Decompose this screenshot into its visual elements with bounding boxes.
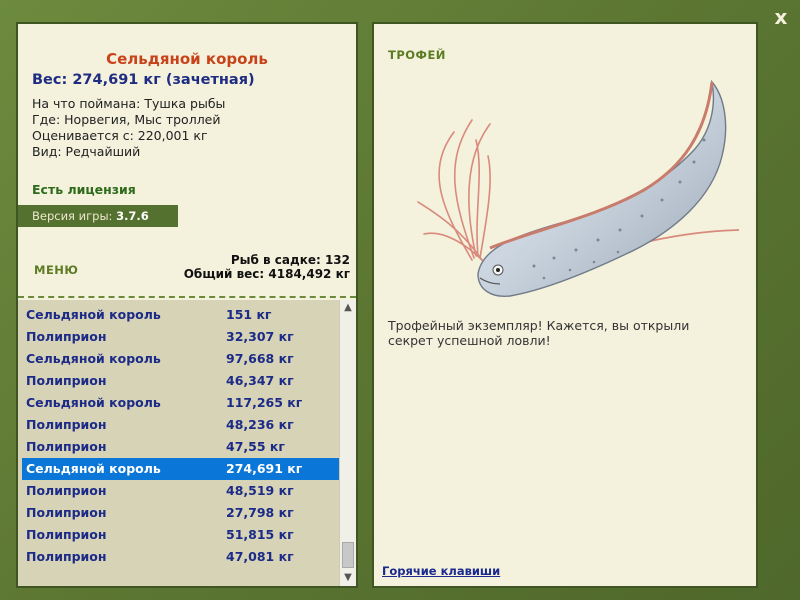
fish-list-weight: 47,081 кг — [226, 549, 294, 564]
fish-list-name: Полиприон — [26, 417, 107, 432]
fish-list-name: Полиприон — [26, 373, 107, 388]
fish-list-row[interactable]: Полиприон 48,519 кг — [22, 480, 340, 502]
crest-filaments — [417, 119, 491, 263]
info-rarity: Вид: Редчайший — [32, 144, 141, 159]
license-status: Есть лицензия — [32, 182, 136, 197]
fish-list-weight: 97,668 кг — [226, 351, 294, 366]
keepnet-total-weight: Общий вес: 4184,492 кг — [183, 267, 350, 281]
fish-list-weight: 46,347 кг — [226, 373, 294, 388]
fish-list-row[interactable]: Сельдяной король 97,668 кг — [22, 348, 340, 370]
fish-list-name: Полиприон — [26, 329, 107, 344]
fish-list-name: Сельдяной король — [26, 395, 161, 410]
keepnet-count: Рыб в садке: 132 — [230, 253, 350, 267]
list-scrollbar[interactable]: ▲ ▼ — [339, 300, 356, 586]
fish-list-name: Сельдяной король — [26, 461, 161, 476]
version-bar: Версия игры: 3.7.6 — [18, 205, 178, 227]
scroll-up-icon[interactable]: ▲ — [340, 300, 356, 316]
divider — [18, 296, 356, 298]
fish-list-row[interactable]: Сельдяной король 151 кг — [22, 304, 340, 326]
fish-body — [477, 79, 727, 297]
fish-list-row[interactable]: Полиприон 47,55 кг — [22, 436, 340, 458]
version-value: 3.7.6 — [116, 209, 149, 223]
fish-list-row[interactable]: Полиприон 51,815 кг — [22, 524, 340, 546]
fish-list-weight: 48,519 кг — [226, 483, 294, 498]
fish-list[interactable]: Сельдяной король 151 кг Полиприон 32,307 кг… — [22, 304, 340, 568]
trophy-panel: ТРОФЕЙ Трофейный экземпляр! Кажется, вы … — [372, 22, 758, 588]
catch-details-panel: Сельдяной король Вес: 274,691 кг (зачетн… — [16, 22, 358, 588]
game-window-frame: x Сельдяной король Вес: 274,691 кг (заче… — [0, 0, 800, 600]
catch-info: Сельдяной король Вес: 274,691 кг (зачетн… — [18, 24, 356, 296]
scroll-down-icon[interactable]: ▼ — [340, 570, 356, 586]
fish-list-row[interactable]: Полиприон 48,236 кг — [22, 414, 340, 436]
fish-list-weight: 32,307 кг — [226, 329, 294, 344]
trophy-message: Трофейный экземпляр! Кажется, вы открыли… — [388, 318, 690, 348]
fish-list-name: Полиприон — [26, 439, 107, 454]
fish-list-row[interactable]: Сельдяной король 274,691 кг — [22, 458, 340, 480]
fish-list-weight: 151 кг — [226, 307, 272, 322]
fish-list-name: Полиприон — [26, 527, 107, 542]
fish-list-name: Полиприон — [26, 483, 107, 498]
info-bait: На что поймана: Тушка рыбы — [32, 96, 226, 111]
fish-list-area: Сельдяной король 151 кг Полиприон 32,307 кг… — [18, 300, 356, 586]
fish-list-name: Сельдяной король — [26, 307, 161, 322]
fish-list-weight: 48,236 кг — [226, 417, 294, 432]
info-threshold: Оценивается с: 220,001 кг — [32, 128, 208, 143]
fish-weight: Вес: 274,691 кг (зачетная) — [32, 72, 255, 88]
hotkeys-link[interactable]: Горячие клавиши — [382, 564, 500, 578]
close-button[interactable]: x — [770, 6, 792, 28]
oarfish-image — [417, 79, 740, 297]
fish-list-row[interactable]: Сельдяной король 117,265 кг — [22, 392, 340, 414]
scroll-thumb[interactable] — [342, 542, 354, 568]
fish-list-name: Полиприон — [26, 505, 107, 520]
fish-list-weight: 117,265 кг — [226, 395, 303, 410]
fish-list-row[interactable]: Полиприон 47,081 кг — [22, 546, 340, 568]
fish-list-row[interactable]: Полиприон 27,798 кг — [22, 502, 340, 524]
fish-list-name: Полиприон — [26, 549, 107, 564]
fish-list-weight: 274,691 кг — [226, 461, 303, 476]
fish-list-row[interactable]: Полиприон 46,347 кг — [22, 370, 340, 392]
keepnet-stats: Рыб в садке: 132 Общий вес: 4184,492 кг — [184, 253, 350, 281]
fish-title: Сельдяной король — [106, 50, 268, 68]
fish-list-weight: 47,55 кг — [226, 439, 285, 454]
info-location: Где: Норвегия, Мыс троллей — [32, 112, 221, 127]
fish-list-weight: 27,798 кг — [226, 505, 294, 520]
fish-list-row[interactable]: Полиприон 32,307 кг — [22, 326, 340, 348]
version-label: Версия игры: — [32, 209, 113, 223]
fish-list-name: Сельдяной король — [26, 351, 161, 366]
fish-list-weight: 51,815 кг — [226, 527, 294, 542]
menu-button[interactable]: МЕНЮ — [34, 263, 78, 277]
